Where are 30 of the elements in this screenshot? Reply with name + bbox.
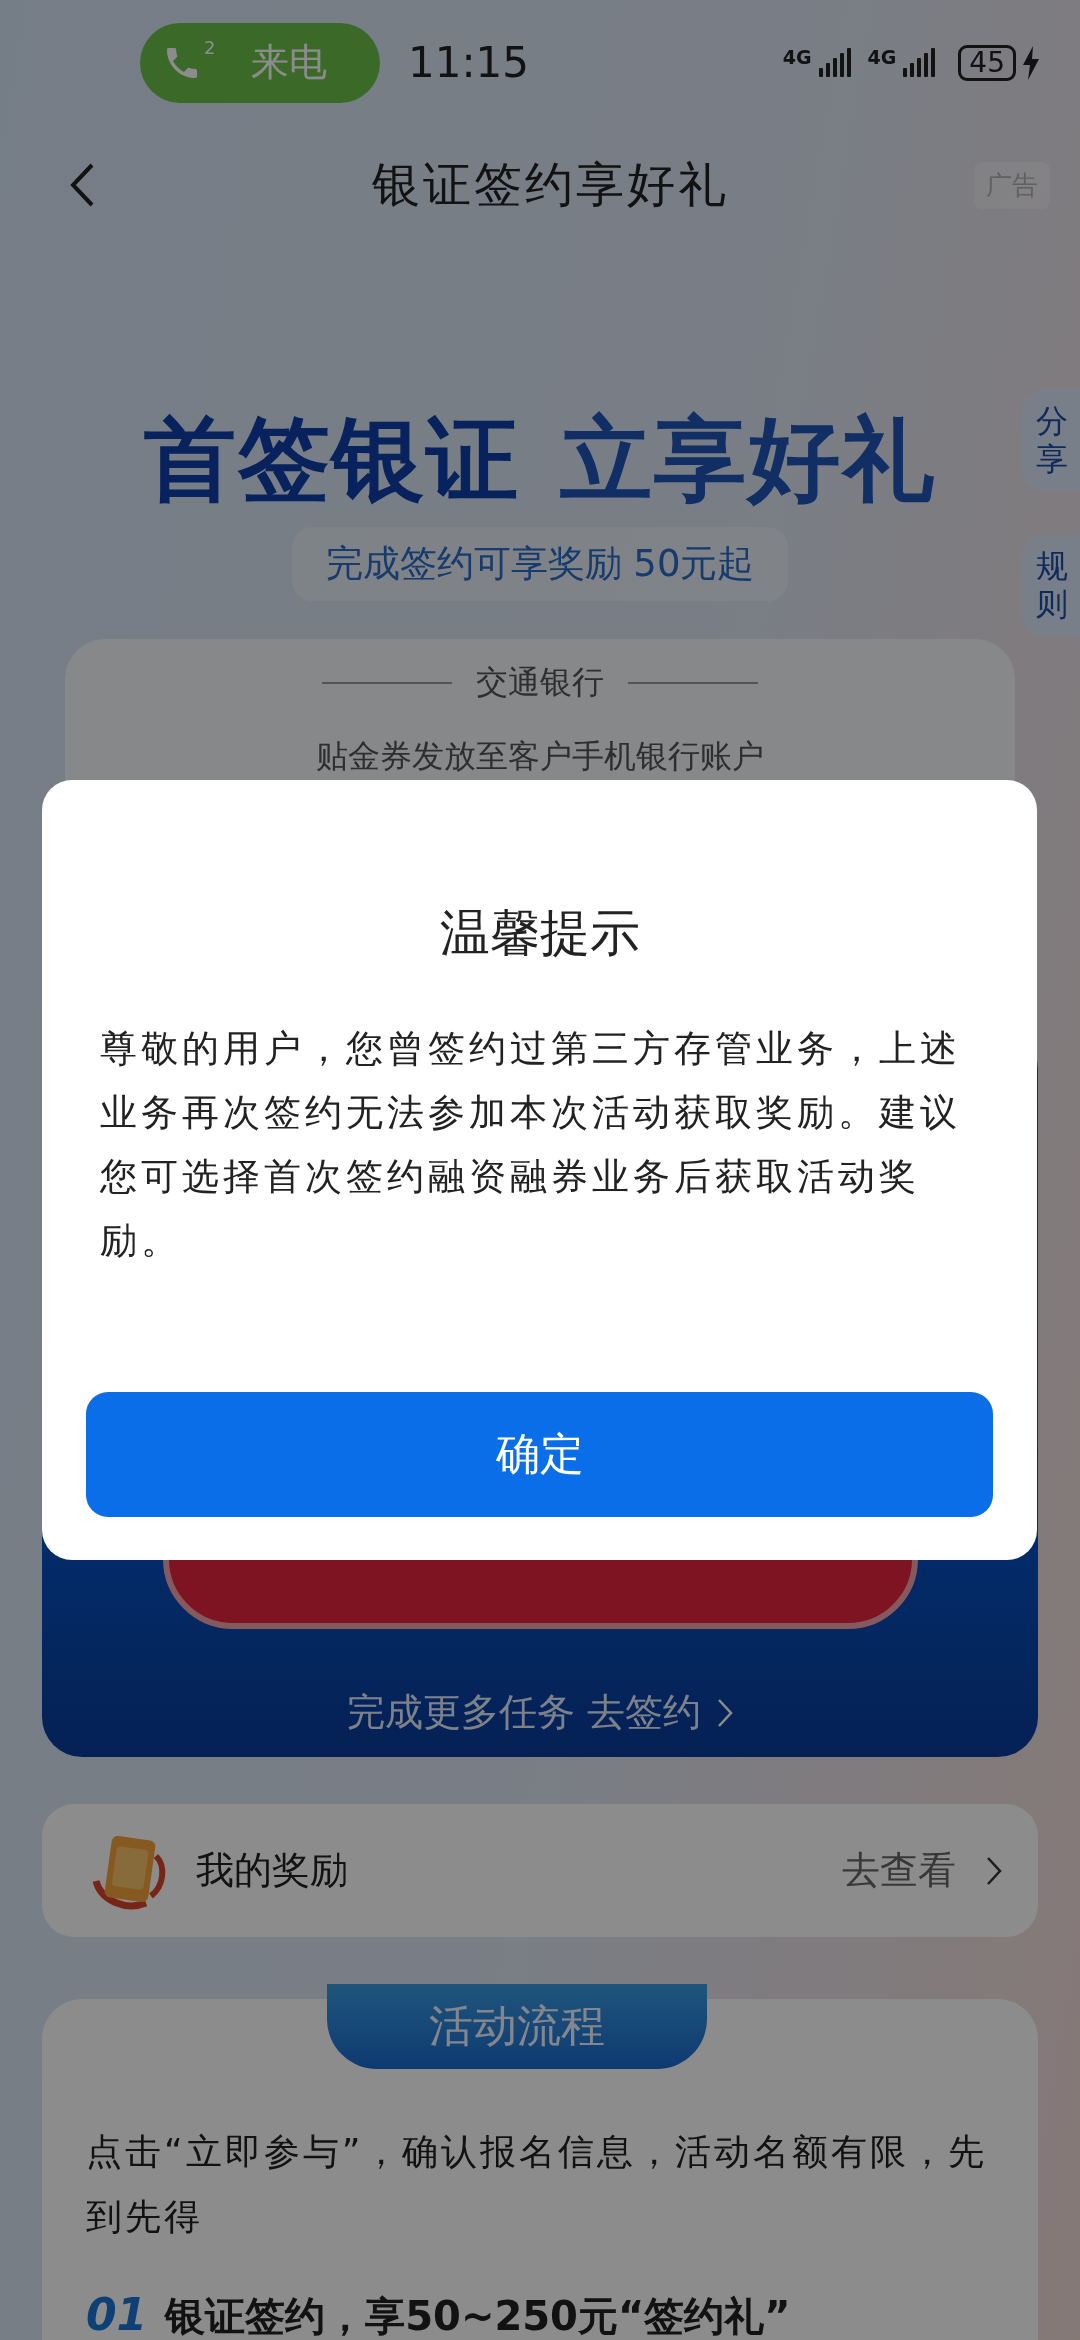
dialog-title: 温馨提示 — [438, 903, 641, 964]
clock-time: 11:15 — [408, 38, 530, 87]
rewards-label: 我的奖励 — [196, 1847, 348, 1894]
call-count: 2 — [204, 36, 216, 58]
section-ribbon: 活动流程 — [327, 1984, 707, 2069]
confirm-button[interactable]: 确定 — [86, 1392, 993, 1517]
intro-text: 点击“立即参与”，确认报名信息，活动名额有限，先到先得 — [86, 2130, 989, 2239]
view-link: 去查看 — [842, 1847, 956, 1894]
battery-level: 45 — [958, 44, 1016, 81]
signal-icon — [902, 47, 937, 78]
call-label: 来电 — [251, 39, 328, 86]
chevron-icon — [717, 1697, 734, 1728]
chevron-icon — [986, 1855, 1002, 1886]
headline-text: 首签银证 — [144, 405, 520, 515]
charging-icon — [1022, 45, 1040, 80]
card-note: 贴金券发放至客户手机银行账户 — [315, 736, 765, 777]
network-type: 4G — [867, 45, 897, 68]
side-tab[interactable]: 规则 — [1022, 534, 1080, 636]
headline-text: 立享好礼 — [560, 405, 936, 515]
page-title: 银证签约享好礼 — [370, 155, 730, 214]
dialog-message: 尊敬的用户，您曾签约过第三方存管业务，上述业务再次签约无法参加本次活动获取奖励。建议您可选择首次签约融资融券业务后获取活动奖励。 — [100, 1026, 962, 1264]
side-tab[interactable]: 分享 — [1022, 390, 1080, 491]
step-title: 银证签约，享50~250元“签约礼” — [165, 2292, 791, 2340]
step-number: 01 — [86, 2289, 148, 2340]
network-type: 4G — [782, 45, 812, 68]
signal-icon — [817, 47, 852, 78]
sign-link[interactable]: 完成更多任务 去签约 — [346, 1687, 734, 1738]
rewards-row[interactable]: 我的奖励 去查看 — [42, 1804, 1038, 1937]
back-icon[interactable] — [68, 161, 96, 209]
bank-name: 交通银行 — [476, 662, 604, 703]
